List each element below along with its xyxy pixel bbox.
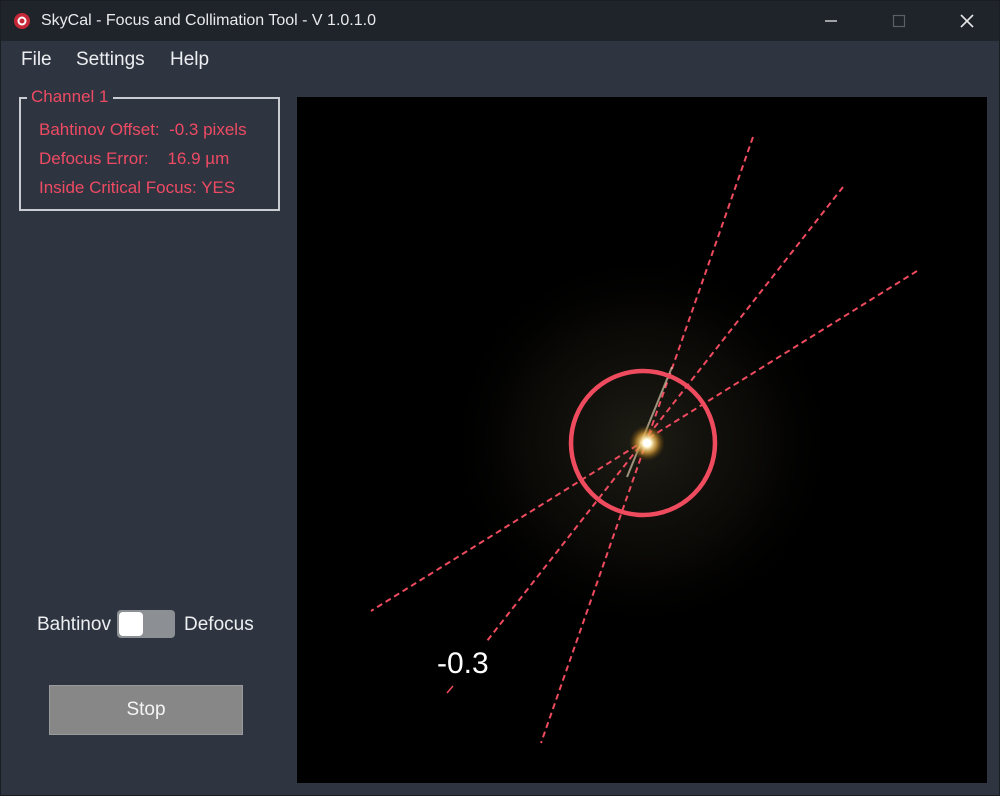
maximize-button[interactable] <box>869 1 929 41</box>
mode-toggle-switch[interactable] <box>117 610 175 638</box>
toggle-label-bahtinov: Bahtinov <box>37 614 111 635</box>
bahtinov-offset-readout: Bahtinov Offset: -0.3 pixels <box>39 120 247 139</box>
image-viewer[interactable]: -0.3 <box>297 97 987 783</box>
bahtinov-overlay <box>370 136 918 744</box>
critical-focus-readout: Inside Critical Focus: YES <box>39 178 236 197</box>
minimize-icon <box>825 20 837 22</box>
stop-button[interactable]: Stop <box>49 685 243 735</box>
window-title: SkyCal - Focus and Collimation Tool - V … <box>41 12 376 29</box>
channel-title: Channel 1 <box>27 87 113 107</box>
toggle-label-defocus: Defocus <box>184 614 254 635</box>
menu-settings[interactable]: Settings <box>76 49 145 71</box>
maximize-icon <box>892 14 906 28</box>
defocus-error-readout: Defocus Error: 16.9 µm <box>39 149 230 168</box>
menu-file[interactable]: File <box>21 49 52 71</box>
title-bar[interactable]: SkyCal - Focus and Collimation Tool - V … <box>1 1 999 41</box>
skycal-logo-icon <box>14 13 30 29</box>
close-button[interactable] <box>937 1 997 41</box>
star-core <box>643 439 651 447</box>
offset-tick <box>446 685 454 694</box>
app-window: SkyCal - Focus and Collimation Tool - V … <box>0 0 1000 796</box>
minimize-button[interactable] <box>801 1 861 41</box>
toggle-knob <box>119 612 143 636</box>
menu-help[interactable]: Help <box>170 49 209 71</box>
offset-value-label: -0.3 <box>437 647 489 680</box>
close-icon <box>960 14 974 28</box>
menu-bar: File Settings Help <box>1 41 999 79</box>
